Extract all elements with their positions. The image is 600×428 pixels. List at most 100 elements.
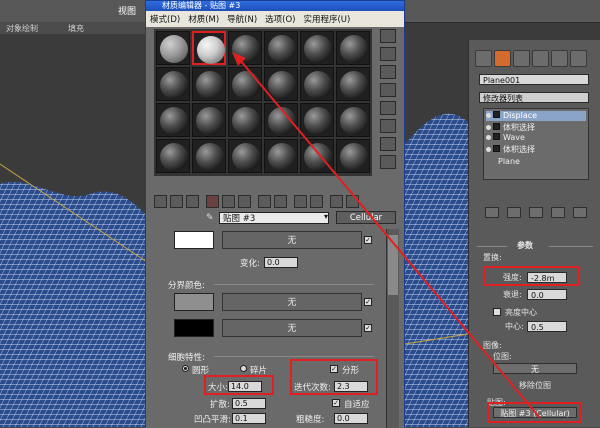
options-icon[interactable] xyxy=(380,137,396,151)
go-forward-sibling-icon[interactable] xyxy=(346,195,359,208)
material-slot[interactable] xyxy=(192,67,226,101)
division-color-1-swatch[interactable] xyxy=(174,293,214,311)
center-field[interactable]: 0.5 xyxy=(527,321,567,332)
make-unique-icon[interactable] xyxy=(529,207,543,218)
material-type-button[interactable]: Cellular xyxy=(336,211,396,224)
division-color-2-checkbox[interactable]: ✓ xyxy=(364,324,372,332)
material-slot[interactable] xyxy=(192,103,226,137)
background-icon[interactable] xyxy=(380,65,396,79)
put-to-scene-icon[interactable] xyxy=(170,195,183,208)
eyedropper-icon[interactable]: ✎ xyxy=(206,213,214,223)
circular-radio[interactable] xyxy=(182,365,189,372)
motion-tab-icon[interactable] xyxy=(532,50,549,67)
put-to-library-icon[interactable] xyxy=(258,195,271,208)
backlight-icon[interactable] xyxy=(380,47,396,61)
reset-map-icon[interactable] xyxy=(206,195,219,208)
hierarchy-tab-icon[interactable] xyxy=(513,50,530,67)
modifier-list-dropdown[interactable]: 修改器列表 xyxy=(479,92,589,103)
material-slot[interactable] xyxy=(264,103,298,137)
show-map-icon[interactable] xyxy=(294,195,307,208)
bulb-icon[interactable] xyxy=(486,135,491,140)
menu-modes[interactable]: 模式(D) xyxy=(146,13,184,25)
select-by-material-icon[interactable] xyxy=(380,155,396,169)
remove-modifier-icon[interactable] xyxy=(551,207,565,218)
menu-material[interactable]: 材质(M) xyxy=(184,13,223,25)
material-slot[interactable] xyxy=(336,31,370,65)
object-name-field[interactable]: Plane001 xyxy=(479,74,589,85)
material-slot[interactable] xyxy=(156,103,190,137)
make-unique-icon[interactable] xyxy=(238,195,251,208)
material-slot[interactable] xyxy=(300,67,334,101)
material-slot[interactable] xyxy=(228,67,262,101)
material-slot[interactable] xyxy=(192,139,226,173)
material-slot[interactable] xyxy=(264,31,298,65)
bulb-icon[interactable] xyxy=(486,147,491,152)
decay-field[interactable]: 0.0 xyxy=(527,289,567,300)
cell-color-map-checkbox[interactable]: ✓ xyxy=(364,236,372,244)
stack-item-displace[interactable]: Displace xyxy=(486,111,586,121)
division-color-1-map-button[interactable]: 无 xyxy=(222,293,362,311)
show-end-result-icon[interactable] xyxy=(310,195,323,208)
material-slot[interactable] xyxy=(156,139,190,173)
remove-bitmap-link[interactable]: 移除位图 xyxy=(519,380,551,391)
object-paint-label[interactable]: 对象绘制 xyxy=(6,23,38,34)
scrollbar-thumb[interactable] xyxy=(388,235,398,295)
roughness-field[interactable]: 0.0 xyxy=(334,413,368,424)
params-rollout-title[interactable]: 参数 xyxy=(517,240,533,251)
display-tab-icon[interactable] xyxy=(551,50,568,67)
get-material-icon[interactable] xyxy=(154,195,167,208)
material-slot[interactable] xyxy=(336,103,370,137)
material-slot[interactable] xyxy=(228,31,262,65)
material-slot[interactable] xyxy=(156,67,190,101)
material-slot[interactable] xyxy=(300,139,334,173)
bulb-icon[interactable] xyxy=(486,125,491,130)
adaptive-checkbox[interactable]: ✓ xyxy=(332,399,340,407)
pin-stack-icon[interactable] xyxy=(485,207,499,218)
create-tab-icon[interactable] xyxy=(475,50,492,67)
material-id-icon[interactable] xyxy=(274,195,287,208)
material-slot[interactable] xyxy=(300,31,334,65)
material-slot[interactable] xyxy=(264,67,298,101)
rollout-scrollbar[interactable] xyxy=(386,229,399,428)
division-color-2-swatch[interactable] xyxy=(174,319,214,337)
material-slot[interactable] xyxy=(228,139,262,173)
uv-tiling-icon[interactable] xyxy=(380,83,396,97)
division-color-1-checkbox[interactable]: ✓ xyxy=(364,298,372,306)
fill-label[interactable]: 填充 xyxy=(68,23,84,34)
configure-sets-icon[interactable] xyxy=(573,207,587,218)
cell-color-swatch[interactable] xyxy=(174,231,214,249)
variation-field[interactable]: 0.0 xyxy=(264,257,298,268)
menu-options[interactable]: 选项(O) xyxy=(261,13,299,25)
material-slot[interactable] xyxy=(336,139,370,173)
menu-navigation[interactable]: 导航(N) xyxy=(223,13,261,25)
stack-item-wave[interactable]: Wave xyxy=(486,133,525,143)
division-color-2-map-button[interactable]: 无 xyxy=(222,319,362,337)
chips-radio[interactable] xyxy=(240,365,247,372)
material-name-field[interactable]: 贴图 #3 xyxy=(219,212,329,224)
spread-field[interactable]: 0.5 xyxy=(232,398,266,409)
chevron-down-icon[interactable]: ▾ xyxy=(324,212,328,221)
make-copy-icon[interactable] xyxy=(222,195,235,208)
material-slot[interactable] xyxy=(192,31,226,65)
material-slot[interactable] xyxy=(300,103,334,137)
stack-item-plane[interactable]: Plane xyxy=(498,157,520,167)
view-dropdown-label[interactable]: 视图 xyxy=(118,4,136,17)
make-preview-icon[interactable] xyxy=(380,119,396,133)
modify-tab-icon[interactable] xyxy=(494,50,511,67)
menu-utilities[interactable]: 实用程序(U) xyxy=(299,13,354,25)
cell-color-map-button[interactable]: 无 xyxy=(222,231,362,249)
sample-type-icon[interactable] xyxy=(380,29,396,43)
material-slot[interactable] xyxy=(336,67,370,101)
go-to-parent-icon[interactable] xyxy=(330,195,343,208)
luminance-center-checkbox[interactable] xyxy=(493,308,501,316)
material-slot[interactable] xyxy=(264,139,298,173)
show-end-result-icon[interactable] xyxy=(507,207,521,218)
stack-item-vol-select-2[interactable]: 体积选择 xyxy=(486,144,535,154)
bump-smoothing-field[interactable]: 0.1 xyxy=(232,413,266,424)
utilities-tab-icon[interactable] xyxy=(570,50,587,67)
bulb-icon[interactable] xyxy=(486,113,491,118)
stack-item-vol-select[interactable]: 体积选择 xyxy=(486,122,535,132)
assign-to-selection-icon[interactable] xyxy=(186,195,199,208)
video-color-check-icon[interactable] xyxy=(380,101,396,115)
bitmap-button[interactable]: 无 xyxy=(493,363,577,374)
